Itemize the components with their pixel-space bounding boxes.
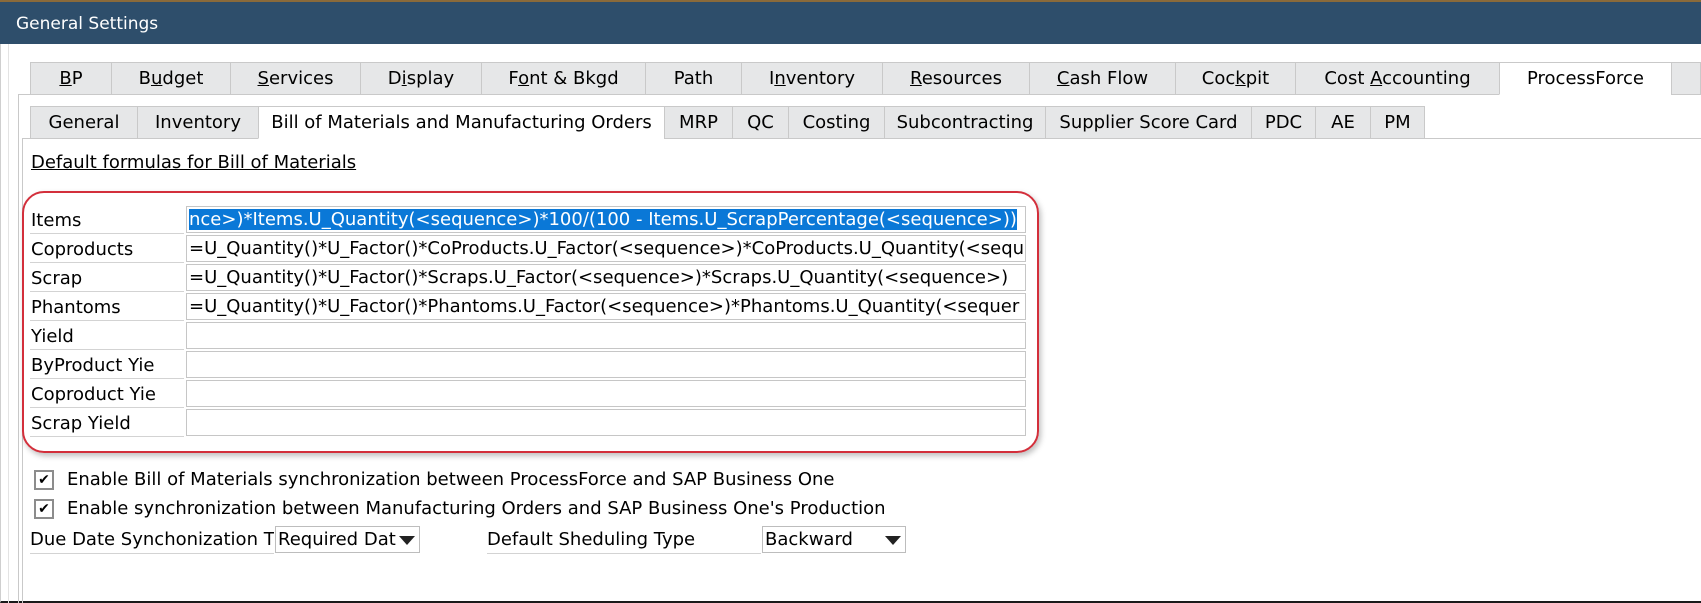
chevron-down-icon	[399, 536, 415, 545]
formula-input[interactable]	[186, 322, 1026, 349]
formula-value: nce>)*Items.U_Quantity(<sequence>)*100/(…	[189, 209, 1017, 230]
window-left-border	[8, 44, 9, 603]
formula-label: Scrap Yield	[30, 409, 184, 437]
scheduling-type-label: Default Sheduling Type	[487, 527, 761, 554]
formula-input[interactable]	[186, 351, 1026, 378]
tab-label: Services	[257, 68, 334, 89]
formula-input[interactable]	[186, 380, 1026, 407]
top-tab-inventory[interactable]: Inventory	[741, 62, 882, 95]
sub-tab-pdc[interactable]: PDC	[1251, 106, 1315, 139]
scheduling-type-value: Backward	[765, 529, 853, 550]
tab-label: Display	[387, 68, 455, 89]
formula-label: Scrap	[30, 264, 184, 292]
formulas-heading: Default formulas for Bill of Materials	[31, 152, 357, 173]
formula-value: =U_Quantity()*U_Factor()*CoProducts.U_Fa…	[189, 238, 1025, 259]
formula-label: Phantoms	[30, 293, 184, 321]
top-tab-bp[interactable]: BP	[30, 62, 111, 95]
tab-label: Path	[673, 68, 714, 89]
chevron-down-icon	[885, 536, 901, 545]
top-tab-strip: BP Budget Services Display Font & Bkgd Path In…	[30, 62, 1701, 95]
formula-row: Scrap Yield	[30, 409, 1026, 438]
title-bar: General Settings	[0, 0, 1701, 44]
top-tab-font-bkgd[interactable]: Font & Bkgd	[481, 62, 645, 95]
formula-label: ByProduct Yie	[30, 351, 184, 379]
sub-tab-supplier-score-card[interactable]: Supplier Score Card	[1045, 106, 1251, 139]
formula-input[interactable]	[186, 409, 1026, 436]
tab-label: AE	[1331, 112, 1355, 133]
formula-input[interactable]: =U_Quantity()*U_Factor()*CoProducts.U_Fa…	[186, 235, 1026, 262]
top-tab-services[interactable]: Services	[230, 62, 360, 95]
tab-label: Inventory	[155, 112, 241, 133]
formula-row: Coproducts =U_Quantity()*U_Factor()*CoPro…	[30, 235, 1026, 264]
tab-label: PM	[1384, 112, 1411, 133]
sub-tab-ae[interactable]: AE	[1315, 106, 1370, 139]
sub-tab-general[interactable]: General	[30, 106, 137, 139]
sub-tab-subcontracting[interactable]: Subcontracting	[884, 106, 1045, 139]
formula-input[interactable]: =U_Quantity()*U_Factor()*Phantoms.U_Fact…	[186, 293, 1026, 320]
tab-label: MRP	[679, 112, 718, 133]
tab-label: Font & Bkgd	[508, 68, 619, 89]
top-tab-cost-accounting[interactable]: Cost Accounting	[1295, 62, 1499, 95]
sync-bom-label: Enable Bill of Materials synchronization…	[67, 469, 835, 490]
tab-label: Cash Flow	[1056, 68, 1149, 89]
formula-row: Coproduct Yie	[30, 380, 1026, 409]
sync-mo-checkbox[interactable]: ✔	[34, 499, 54, 519]
checkmark-icon: ✔	[38, 501, 50, 517]
top-tab-overflow[interactable]	[1671, 62, 1701, 95]
formula-label: Items	[30, 206, 184, 234]
tab-label: General	[48, 112, 120, 133]
tab-label: Costing	[802, 112, 871, 133]
scheduling-type-dropdown[interactable]: Backward	[762, 526, 906, 553]
top-tab-resources[interactable]: Resources	[882, 62, 1029, 95]
formula-value: =U_Quantity()*U_Factor()*Scraps.U_Factor…	[189, 267, 1009, 288]
formula-label: Yield	[30, 322, 184, 350]
window-title: General Settings	[16, 14, 159, 34]
due-date-sync-label: Due Date Synchonization T	[30, 527, 274, 554]
formula-input[interactable]: nce>)*Items.U_Quantity(<sequence>)*100/(…	[186, 206, 1026, 233]
sub-tab-inventory[interactable]: Inventory	[137, 106, 258, 139]
sub-tab-strip: General Inventory Bill of Materials and Ma…	[30, 106, 1425, 139]
top-tab-cash-flow[interactable]: Cash Flow	[1029, 62, 1175, 95]
sync-mo-label: Enable synchronization between Manufactu…	[67, 498, 886, 519]
formula-row: Items nce>)*Items.U_Quantity(<sequence>)*…	[30, 206, 1026, 235]
sync-bom-checkbox[interactable]: ✔	[34, 470, 54, 490]
formula-label: Coproducts	[30, 235, 184, 263]
tab-label: Resources	[910, 68, 1002, 89]
tab-label: Supplier Score Card	[1059, 112, 1238, 133]
tab-label: QC	[747, 112, 774, 133]
checkmark-icon: ✔	[38, 472, 50, 488]
formula-value: =U_Quantity()*U_Factor()*Phantoms.U_Fact…	[189, 296, 1020, 317]
formula-label: Coproduct Yie	[30, 380, 184, 408]
top-tab-cockpit[interactable]: Cockpit	[1175, 62, 1295, 95]
tab-label: Cost Accounting	[1324, 68, 1471, 89]
tab-label: Inventory	[769, 68, 855, 89]
sub-tab-pm[interactable]: PM	[1370, 106, 1425, 139]
formula-input[interactable]: =U_Quantity()*U_Factor()*Scraps.U_Factor…	[186, 264, 1026, 291]
formula-row: Scrap =U_Quantity()*U_Factor()*Scraps.U_F…	[30, 264, 1026, 293]
top-tab-display[interactable]: Display	[360, 62, 481, 95]
top-tab-processforce[interactable]: ProcessForce	[1499, 62, 1671, 95]
top-tab-budget[interactable]: Budget	[111, 62, 230, 95]
sub-tab-costing[interactable]: Costing	[788, 106, 884, 139]
formula-row: Yield	[30, 322, 1026, 351]
due-date-sync-value: Required Date	[278, 529, 396, 550]
tab-label: BP	[59, 68, 83, 89]
sub-tab-mrp[interactable]: MRP	[664, 106, 732, 139]
due-date-sync-dropdown[interactable]: Required Date	[275, 526, 420, 553]
tab-label: PDC	[1264, 112, 1303, 133]
formula-row: ByProduct Yie	[30, 351, 1026, 380]
tab-label: Subcontracting	[896, 112, 1034, 133]
sub-tab-qc[interactable]: QC	[732, 106, 788, 139]
formula-row: Phantoms =U_Quantity()*U_Factor()*Phantom…	[30, 293, 1026, 322]
sub-tab-bill-of-materials-and-manufacturing-orders[interactable]: Bill of Materials and Manufacturing Orde…	[258, 106, 664, 139]
tab-label: Budget	[138, 68, 204, 89]
top-tab-path[interactable]: Path	[645, 62, 741, 95]
tab-label: Bill of Materials and Manufacturing Orde…	[271, 112, 652, 133]
tab-label: ProcessForce	[1527, 68, 1644, 89]
tab-label: Cockpit	[1201, 68, 1270, 89]
